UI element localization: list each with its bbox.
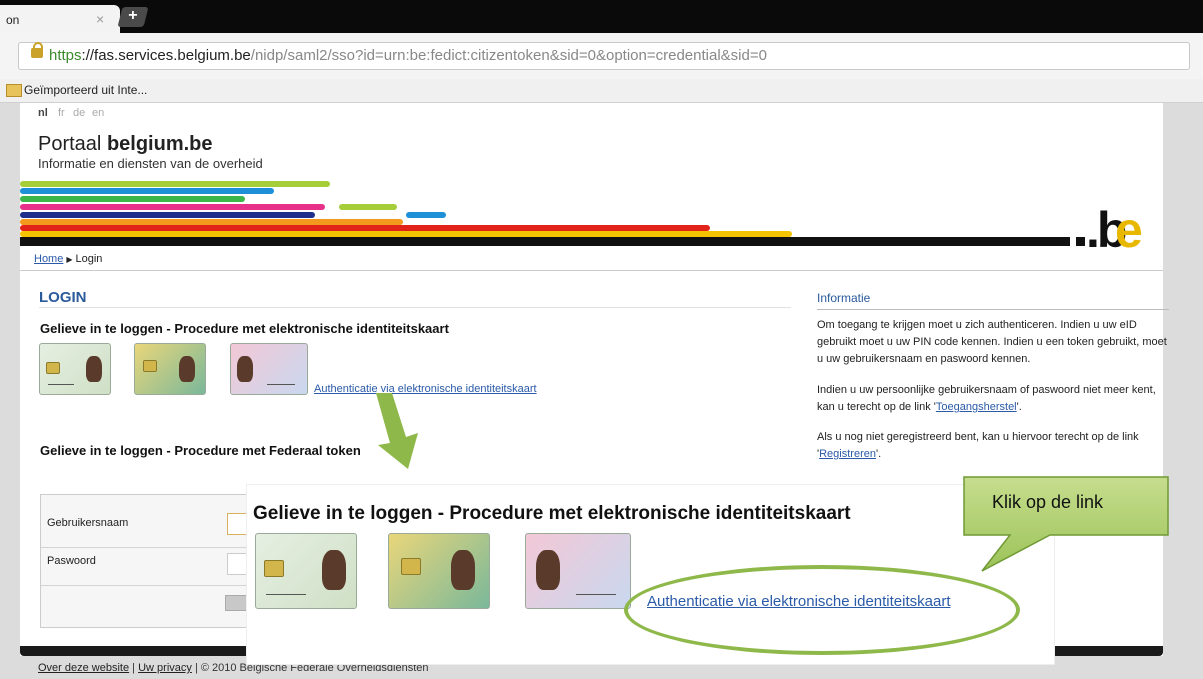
federal-token-heading: Gelieve in te loggen - Procedure met Fed… xyxy=(40,443,361,458)
breadcrumb-home[interactable]: Home xyxy=(34,253,63,265)
zoom-eid-heading: Gelieve in te loggen - Procedure met ele… xyxy=(253,503,851,524)
signature-icon xyxy=(266,594,306,595)
stripe xyxy=(406,212,446,218)
zoom-eid-card-image xyxy=(255,533,357,609)
browser-tab[interactable]: on × xyxy=(0,5,120,33)
stripe xyxy=(20,181,330,187)
form-divider xyxy=(41,547,251,548)
lang-nl[interactable]: nl xyxy=(38,107,48,119)
portrait-icon xyxy=(451,550,475,590)
password-label: Paswoord xyxy=(47,555,96,567)
eid-card-image xyxy=(230,343,308,395)
eid-card-image xyxy=(134,343,206,395)
divider xyxy=(20,270,1163,271)
login-title: LOGIN xyxy=(39,289,87,306)
registreren-link[interactable]: Registreren xyxy=(819,448,876,460)
lang-fr[interactable]: fr xyxy=(58,107,65,119)
privacy-link[interactable]: Uw privacy xyxy=(138,662,192,674)
stripe xyxy=(20,212,315,218)
divider xyxy=(39,307,791,308)
lang-en[interactable]: en xyxy=(92,107,104,119)
signature-icon xyxy=(267,384,295,385)
stripe xyxy=(339,204,397,210)
username-input[interactable] xyxy=(227,513,247,535)
chip-icon xyxy=(401,558,421,575)
chip-icon xyxy=(264,560,284,577)
toegangsherstel-link[interactable]: Toegangsherstel xyxy=(936,401,1017,413)
be-logo-e: e xyxy=(1115,202,1143,258)
tab-title: on xyxy=(6,13,20,27)
portal-title[interactable]: Portaal belgium.be xyxy=(38,133,213,156)
eid-card-image xyxy=(39,343,111,395)
callout-text: Klik op de link xyxy=(992,492,1104,512)
password-input[interactable] xyxy=(227,553,247,575)
close-icon[interactable]: × xyxy=(96,11,104,27)
stripe xyxy=(20,188,274,194)
plus-icon: + xyxy=(128,7,138,24)
about-link[interactable]: Over deze website xyxy=(38,662,129,674)
address-bar: https://fas.services.belgium.be/nidp/sam… xyxy=(0,33,1203,80)
folder-icon xyxy=(6,84,22,97)
breadcrumb-current: Login xyxy=(75,253,103,265)
bookmark-folder[interactable]: Geïmporteerd uit Inte... xyxy=(24,83,147,97)
info-paragraph-1: Om toegang te krijgen moet u zich authen… xyxy=(817,319,1167,365)
login-form: Gebruikersnaam Paswoord xyxy=(40,494,252,628)
info-paragraph-3: Als u nog niet geregistreerd bent, kan u… xyxy=(817,431,1139,460)
stripe xyxy=(20,204,325,210)
info-paragraph-2: Indien u uw persoonlijke gebruikersnaam … xyxy=(817,384,1156,413)
breadcrumb: Home ▶ Login xyxy=(34,253,102,265)
url-input[interactable]: https://fas.services.belgium.be/nidp/sam… xyxy=(18,42,1190,70)
divider xyxy=(817,309,1169,310)
breadcrumb-separator: ▶ xyxy=(66,255,73,264)
portrait-icon xyxy=(179,356,195,382)
username-label: Gebruikersnaam xyxy=(47,517,129,529)
portrait-icon xyxy=(536,550,560,590)
lock-icon xyxy=(31,42,43,58)
info-title: Informatie xyxy=(817,291,871,305)
zoom-eid-card-image xyxy=(525,533,631,609)
black-stripe xyxy=(20,237,1070,246)
portal-subtitle: Informatie en diensten van de overheid xyxy=(38,156,263,171)
portrait-icon xyxy=(237,356,253,382)
browser-tabstrip: on × + xyxy=(0,0,1203,33)
chip-icon xyxy=(46,362,60,374)
bookmarks-bar: Geïmporteerd uit Inte... xyxy=(0,79,1203,103)
lang-de[interactable]: de xyxy=(73,107,85,119)
signature-icon xyxy=(576,594,616,595)
new-tab-button[interactable]: + xyxy=(117,7,149,27)
language-bar: nl fr de en xyxy=(20,103,1163,125)
highlight-ellipse xyxy=(624,565,1020,655)
eid-heading: Gelieve in te loggen - Procedure met ele… xyxy=(40,321,449,336)
zoom-eid-card-image xyxy=(388,533,490,609)
url-text: https://fas.services.belgium.be/nidp/sam… xyxy=(49,47,767,64)
logo-dot xyxy=(1076,237,1085,246)
portrait-icon xyxy=(322,550,346,590)
chip-icon xyxy=(143,360,157,372)
annotation-arrow xyxy=(376,393,418,469)
stripe xyxy=(20,196,245,202)
form-divider xyxy=(41,585,251,586)
portrait-icon xyxy=(86,356,102,382)
signature-icon xyxy=(48,384,74,385)
